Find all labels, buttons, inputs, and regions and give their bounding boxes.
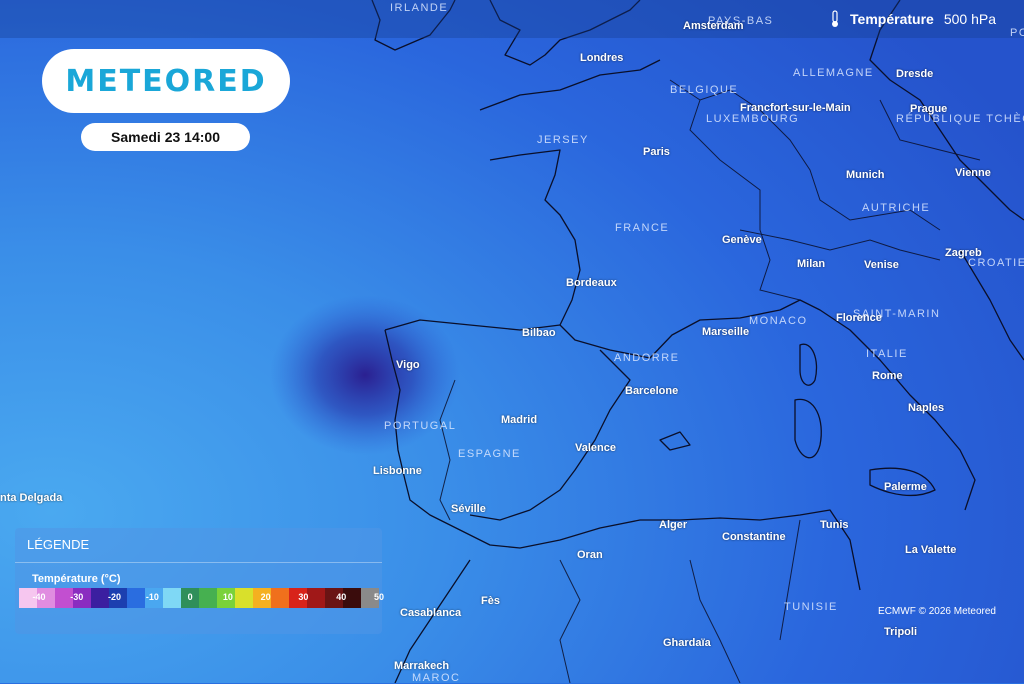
country-label: ALLEMAGNE [793,67,874,79]
city-label[interactable]: Alger [659,519,687,531]
country-label: PO [1010,27,1024,39]
city-label[interactable]: Bordeaux [566,277,617,289]
country-label: AUTRICHE [862,202,931,214]
city-label[interactable]: Lisbonne [373,465,422,477]
country-label: LUXEMBOURG [706,113,800,125]
city-label[interactable]: nta Delgada [0,492,62,504]
country-label: RÉPUBLIQUE TCHÈQUE [896,113,1024,125]
parameter-selector[interactable]: Température 500 hPa [830,10,996,28]
scale-tick: 30 [298,592,309,602]
thermometer-icon [830,10,840,28]
forecast-time[interactable]: Samedi 23 14:00 [81,123,250,151]
scale-tick: -10 [145,592,159,602]
credit-text: ECMWF © 2026 Meteored [878,606,996,617]
city-label[interactable]: Milan [797,258,825,270]
country-label: JERSEY [537,134,589,146]
city-label[interactable]: Bilbao [522,327,556,339]
city-label[interactable]: Paris [643,146,670,158]
logo-text: METEORED [65,63,267,99]
level-label[interactable]: 500 hPa [944,11,996,27]
country-label: ITALIE [866,348,908,360]
scale-tick: 20 [260,592,271,602]
country-label: IRLANDE [390,2,449,14]
city-label[interactable]: Tripoli [884,626,917,638]
country-label: FRANCE [615,222,670,234]
legend-panel[interactable]: LÉGENDE Température (°C) -40 -30 -20 -10 0 10… [15,528,384,634]
country-label: ANDORRE [614,352,680,364]
city-label[interactable]: Vigo [396,359,420,371]
city-label[interactable]: Casablanca [400,607,461,619]
city-label[interactable]: Marrakech [394,660,449,672]
city-label[interactable]: Rome [872,370,903,382]
city-label[interactable]: Genève [722,234,762,246]
city-label[interactable]: Fès [481,595,500,607]
scale-tick: -40 [32,592,46,602]
scale-tick: -20 [108,592,122,602]
city-label[interactable]: Barcelone [625,385,678,397]
city-label[interactable]: Marseille [702,326,749,338]
country-label: SAINT-MARIN [853,308,941,320]
city-label[interactable]: Constantine [722,531,786,543]
scale-tick: 10 [222,592,233,602]
city-label[interactable]: Venise [864,259,899,271]
city-label[interactable]: Vienne [955,167,991,179]
country-label: TUNISIE [784,601,838,613]
scale-tick: 50 [373,592,385,602]
meteored-logo[interactable]: METEORED [42,49,290,113]
city-label[interactable]: Madrid [501,414,537,426]
city-label[interactable]: La Valette [905,544,956,556]
city-label[interactable]: Naples [908,402,944,414]
scale-ticks: -40 -30 -20 -10 0 10 20 30 40 50 [19,588,384,608]
city-label[interactable]: Valence [575,442,616,454]
city-label[interactable]: Tunis [820,519,849,531]
city-label[interactable]: Munich [846,169,885,181]
scale-tick: 0 [187,592,193,602]
scale-tick: -30 [70,592,84,602]
city-label[interactable]: Londres [580,52,623,64]
parameter-label[interactable]: Température [850,11,934,27]
country-label: CROATIE [968,257,1024,269]
country-label: ESPAGNE [458,448,521,460]
country-label: PORTUGAL [384,420,457,432]
country-label: MONACO [749,315,808,327]
country-label: BELGIQUE [670,84,739,96]
country-label: PAYS-BAS [708,15,774,27]
legend-title[interactable]: LÉGENDE [15,528,382,563]
scale-tick: 40 [336,592,347,602]
city-label[interactable]: Oran [577,549,603,561]
legend-subtitle: Température (°C) [32,573,121,585]
city-label[interactable]: Palerme [884,481,927,493]
country-label: MAROC [412,672,461,684]
city-label[interactable]: Séville [451,503,486,515]
city-label[interactable]: Ghardaïa [663,637,711,649]
city-label[interactable]: Dresde [896,68,933,80]
